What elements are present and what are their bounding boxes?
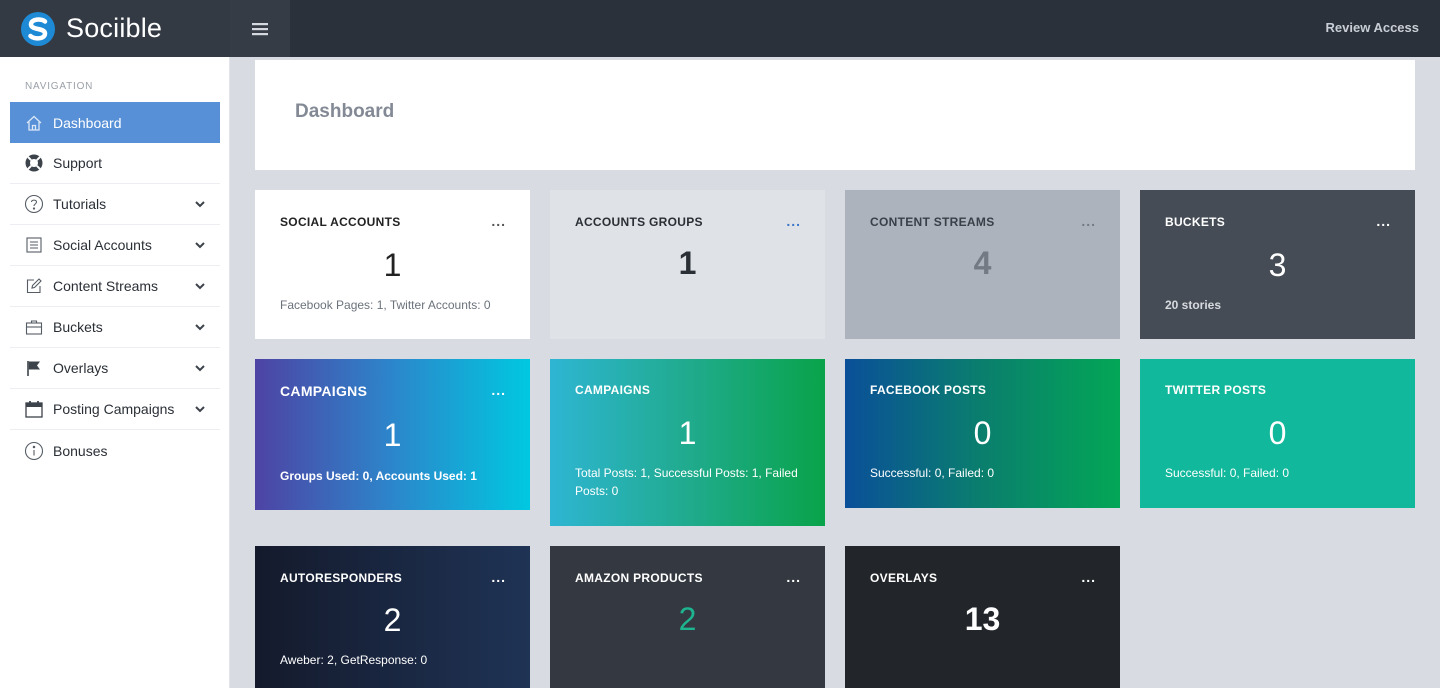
sidebar-item-support[interactable]: Support	[10, 143, 220, 184]
card-campaigns-posts[interactable]: CAMPAIGNS 1 Total Posts: 1, Successful P…	[550, 359, 825, 526]
card-title: FACEBOOK POSTS	[870, 383, 987, 397]
nav-heading: NAVIGATION	[25, 81, 94, 92]
sidebar-item-label: Content Streams	[53, 278, 159, 294]
sidebar-item-overlays[interactable]: Overlays	[10, 348, 220, 389]
sociible-logo-icon	[21, 11, 55, 46]
review-access-link[interactable]: Review Access	[1326, 0, 1419, 57]
card-title: ACCOUNTS GROUPS	[575, 215, 703, 229]
card-subtitle: Successful: 0, Failed: 0	[1165, 466, 1290, 480]
chevron-down-icon	[195, 324, 205, 331]
card-title: CAMPAIGNS	[575, 383, 651, 397]
card-value: 1	[678, 245, 697, 281]
sidebar-item-buckets[interactable]: Buckets	[10, 307, 220, 348]
info-icon	[24, 441, 44, 461]
card-twitter-posts[interactable]: TWITTER POSTS 0 Successful: 0, Failed: 0	[1140, 359, 1415, 508]
sidebar-item-label: Posting Campaigns	[53, 401, 175, 417]
sidebar-item-label: Bonuses	[53, 442, 108, 459]
calendar-icon	[24, 399, 44, 419]
sidebar-item-label: Social Accounts	[53, 237, 152, 253]
hamburger-menu-button[interactable]	[230, 0, 290, 57]
card-content-streams[interactable]: CONTENT STREAMS ... 4	[845, 190, 1120, 339]
sidebar-item-dashboard[interactable]: Dashboard	[10, 102, 220, 143]
briefcase-icon	[24, 317, 44, 337]
card-value: 0	[1268, 415, 1287, 451]
card-value: 4	[973, 245, 992, 281]
chevron-down-icon	[195, 365, 205, 372]
card-subtitle: Facebook Pages: 1, Twitter Accounts: 0	[280, 298, 491, 312]
card-campaigns-groups[interactable]: CAMPAIGNS ... 1 Groups Used: 0, Accounts…	[255, 359, 530, 510]
chevron-down-icon	[195, 406, 205, 413]
sidebar-item-posting-campaigns[interactable]: Posting Campaigns	[10, 389, 220, 430]
card-amazon-products[interactable]: AMAZON PRODUCTS ... 2	[550, 546, 825, 688]
card-value: 1	[383, 417, 402, 453]
card-title: TWITTER POSTS	[1165, 383, 1267, 397]
card-overlays[interactable]: OVERLAYS ... 13	[845, 546, 1120, 688]
card-subtitle: Total Posts: 1, Successful Posts: 1, Fai…	[575, 466, 798, 498]
card-menu-button[interactable]: ...	[1081, 570, 1096, 584]
card-title: SOCIAL ACCOUNTS	[280, 215, 401, 229]
card-title: CONTENT STREAMS	[870, 215, 995, 229]
page-title: Dashboard	[295, 101, 395, 122]
card-facebook-posts[interactable]: FACEBOOK POSTS 0 Successful: 0, Failed: …	[845, 359, 1120, 508]
card-subtitle: 20 stories	[1165, 298, 1222, 312]
card-title: AUTORESPONDERS	[280, 571, 402, 585]
card-value: 0	[973, 415, 992, 451]
card-social-accounts[interactable]: SOCIAL ACCOUNTS ... 1 Facebook Pages: 1,…	[255, 190, 530, 339]
sidebar-item-label: Dashboard	[53, 114, 122, 131]
chevron-down-icon	[195, 283, 205, 290]
card-subtitle: Successful: 0, Failed: 0	[870, 466, 995, 480]
card-value: 3	[1268, 247, 1287, 283]
sidebar-item-label: Support	[53, 155, 103, 171]
card-buckets[interactable]: BUCKETS ... 3 20 stories	[1140, 190, 1415, 339]
sidebar-item-label: Buckets	[53, 319, 103, 335]
card-accounts-groups[interactable]: ACCOUNTS GROUPS ... 1	[550, 190, 825, 339]
card-subtitle: Aweber: 2, GetResponse: 0	[280, 653, 428, 667]
card-value: 2	[383, 602, 402, 638]
lifebuoy-icon	[24, 153, 44, 173]
card-menu-button[interactable]: ...	[491, 383, 506, 397]
sidebar-item-social-accounts[interactable]: Social Accounts	[10, 225, 220, 266]
card-value: 13	[964, 601, 1001, 637]
card-title: CAMPAIGNS	[280, 383, 368, 399]
flag-icon	[24, 358, 44, 378]
hamburger-icon	[252, 22, 268, 35]
card-menu-button[interactable]: ...	[1081, 214, 1096, 228]
card-menu-button[interactable]: ...	[1376, 214, 1391, 228]
card-title: OVERLAYS	[870, 571, 938, 585]
card-menu-button[interactable]: ...	[786, 570, 801, 584]
nav-list: Dashboard Support Tutorials Social Accou…	[10, 102, 220, 471]
card-subtitle: Groups Used: 0, Accounts Used: 1	[280, 469, 477, 483]
sidebar-item-content-streams[interactable]: Content Streams	[10, 266, 220, 307]
card-value: 2	[678, 601, 697, 637]
brand-name: Sociible	[66, 13, 163, 43]
chevron-down-icon	[195, 242, 205, 249]
card-autoresponders[interactable]: AUTORESPONDERS ... 2 Aweber: 2, GetRespo…	[255, 546, 530, 688]
home-icon	[24, 113, 44, 133]
brand[interactable]: Sociible	[0, 0, 230, 57]
card-menu-button[interactable]: ...	[491, 570, 506, 584]
list-icon	[24, 235, 44, 255]
sidebar-item-bonuses[interactable]: Bonuses	[10, 430, 220, 471]
top-bar: Sociible Review Access	[0, 0, 1440, 57]
sidebar-item-label: Tutorials	[53, 196, 107, 212]
help-circle-icon	[24, 194, 44, 214]
card-value: 1	[383, 247, 402, 283]
card-menu-button[interactable]: ...	[786, 214, 801, 228]
page-header-panel: Dashboard	[255, 60, 1415, 170]
sidebar-item-label: Overlays	[53, 360, 109, 376]
edit-icon	[24, 276, 44, 296]
card-title: AMAZON PRODUCTS	[575, 571, 703, 585]
card-value: 1	[678, 415, 697, 451]
card-title: BUCKETS	[1165, 215, 1226, 229]
sidebar-item-tutorials[interactable]: Tutorials	[10, 184, 220, 225]
card-menu-button[interactable]: ...	[491, 214, 506, 228]
sidebar: NAVIGATION Dashboard Support Tutorials S…	[0, 57, 230, 688]
chevron-down-icon	[195, 201, 205, 208]
